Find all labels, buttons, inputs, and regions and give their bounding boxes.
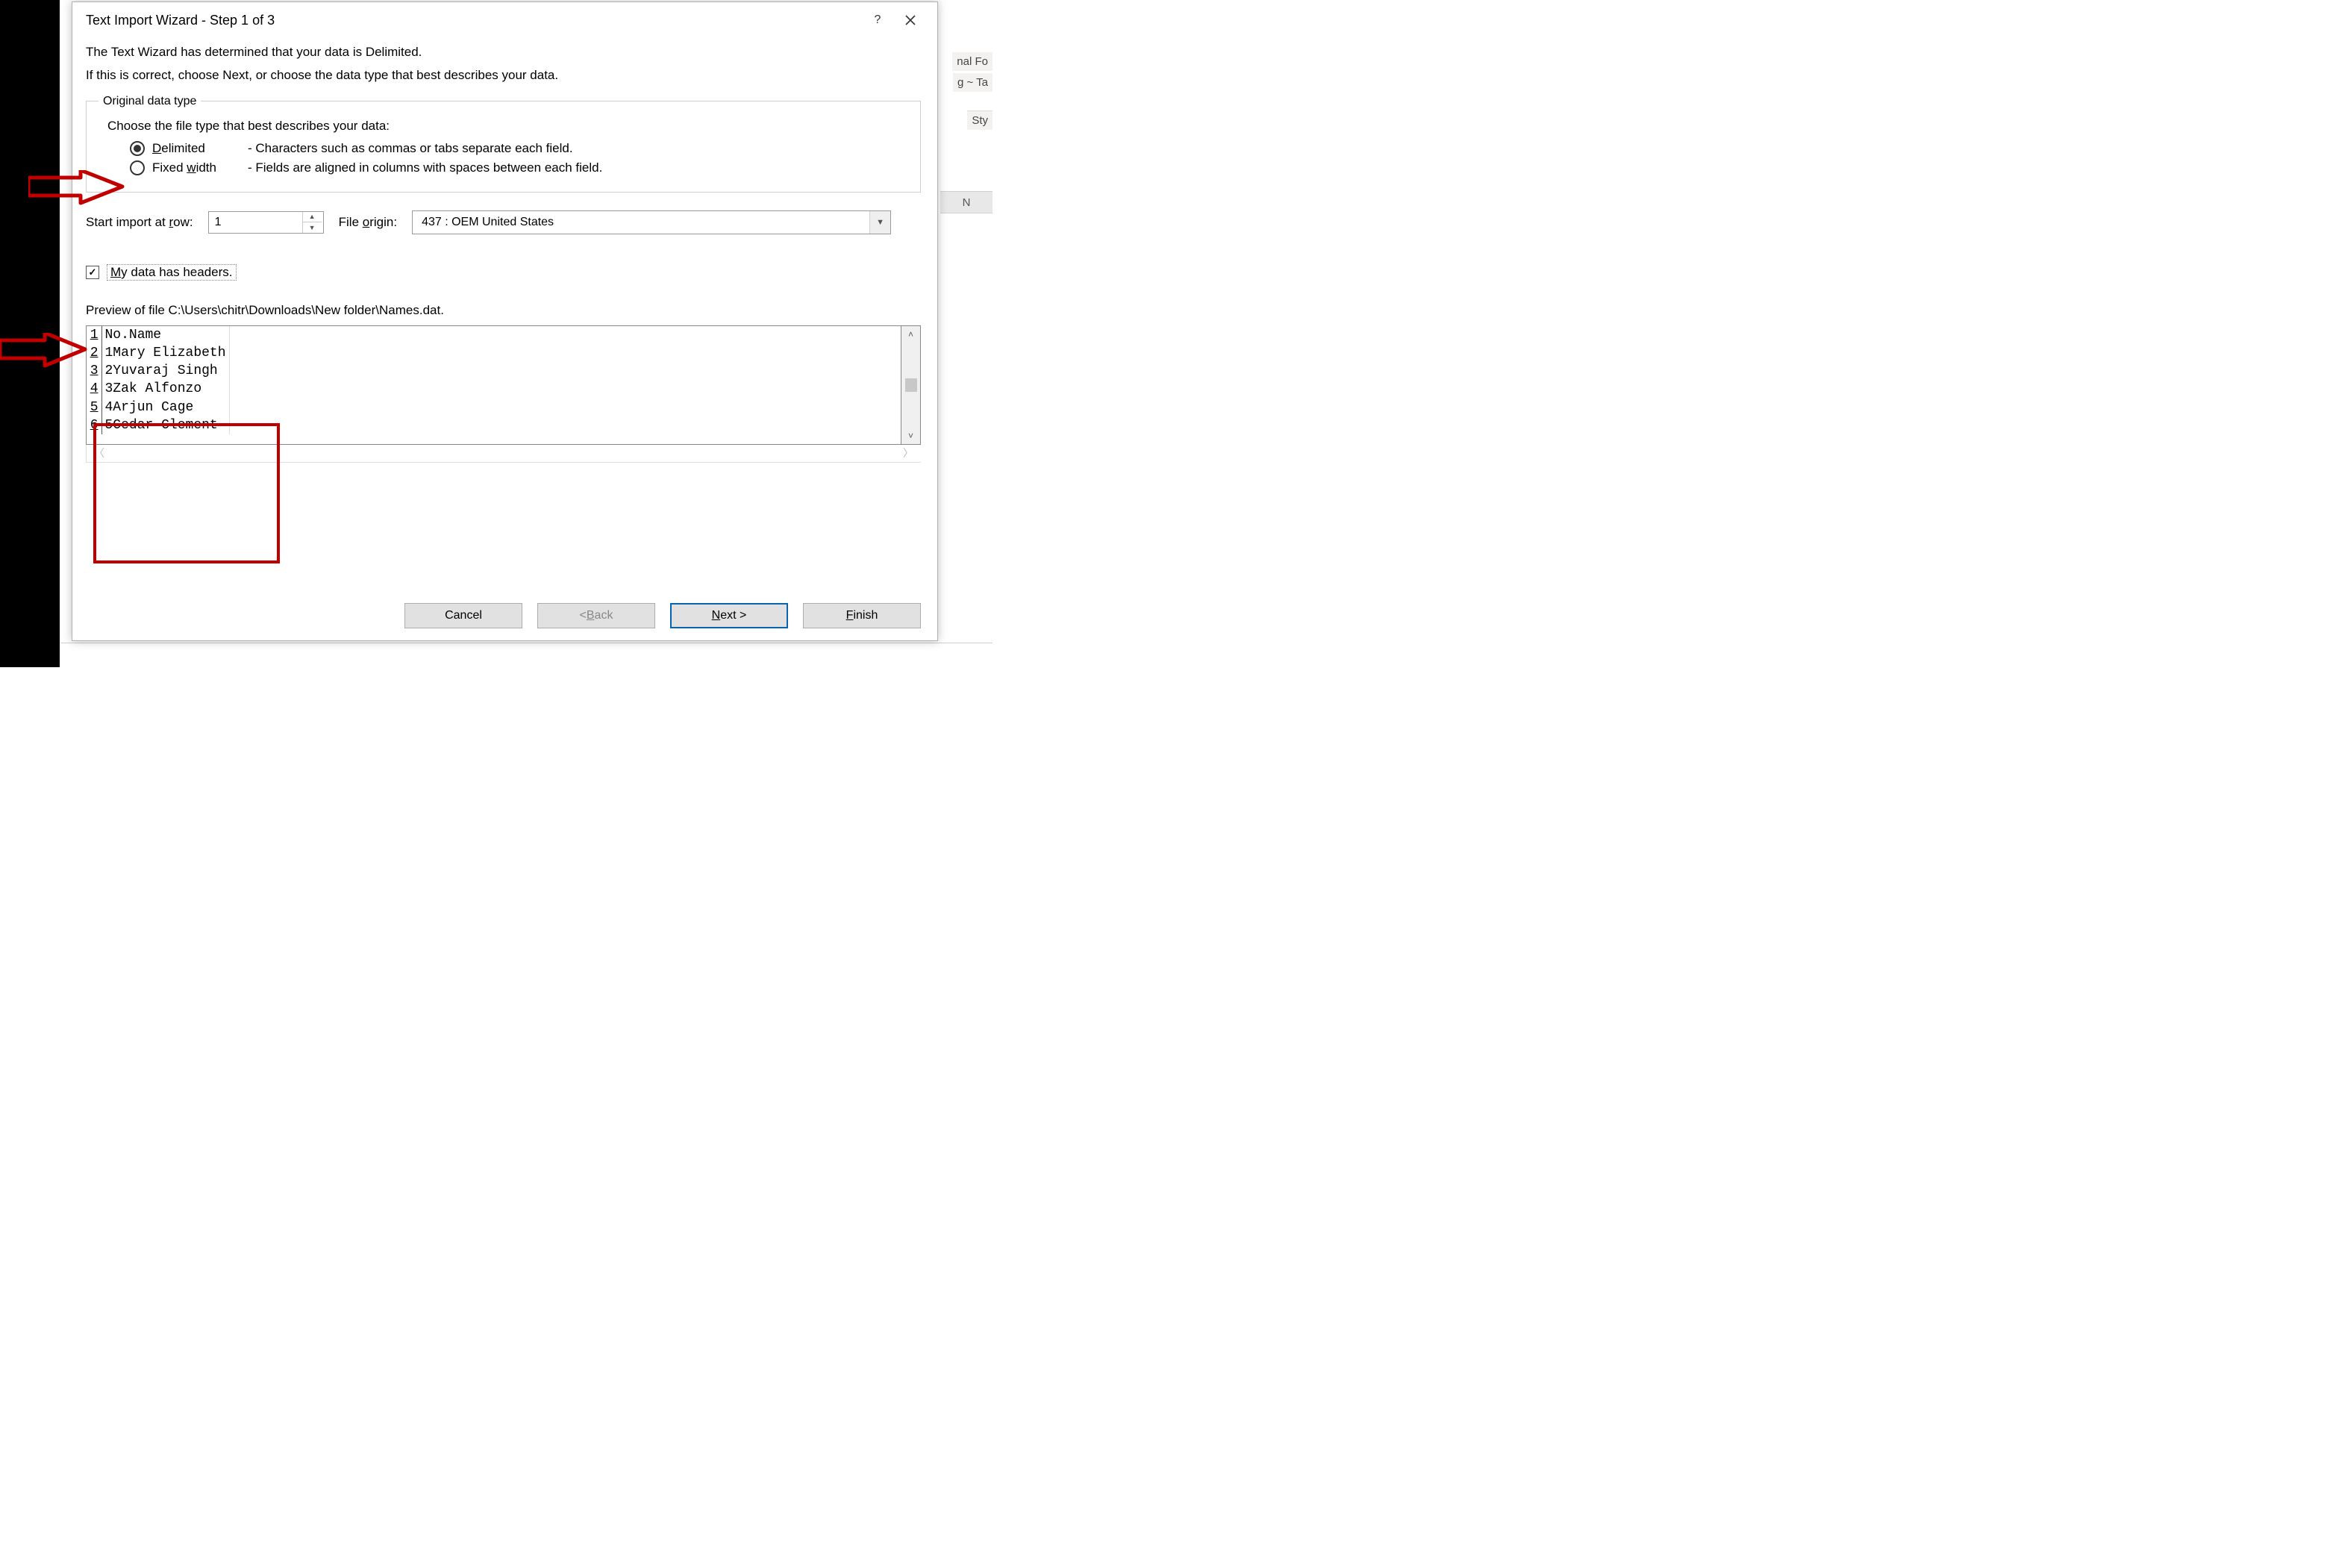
headers-checkbox-row[interactable]: My data has headers. <box>86 264 921 281</box>
preview-row: 21Mary Elizabeth <box>87 344 229 362</box>
headers-label: My data has headers. <box>107 264 237 281</box>
close-icon <box>905 15 916 25</box>
scroll-right-icon[interactable]: 〉 <box>903 446 913 460</box>
dialog-titlebar: Text Import Wizard - Step 1 of 3 ? <box>72 2 937 38</box>
preview-vertical-scrollbar[interactable]: ˄ ˅ <box>901 325 921 445</box>
radio-fixed-width[interactable] <box>130 160 145 175</box>
preview-line-text: 4Arjun Cage <box>101 399 229 416</box>
preview-line-text: 5Cedar Clement <box>101 416 229 434</box>
preview-horizontal-scrollbar[interactable]: 〈 〉 <box>86 445 921 463</box>
ribbon-fragment: nal Fo <box>952 52 992 71</box>
help-button[interactable]: ? <box>861 8 894 32</box>
preview-line-number: 1 <box>87 326 101 344</box>
preview-line-number: 2 <box>87 344 101 362</box>
start-row-spinner[interactable]: ▲ ▼ <box>208 211 324 234</box>
scroll-left-icon[interactable]: 〈 <box>94 446 104 460</box>
intro-text-2: If this is correct, choose Next, or choo… <box>86 68 921 83</box>
preview-line-text: 1Mary Elizabeth <box>101 344 229 362</box>
ribbon-fragment: g ~ Ta <box>953 73 992 92</box>
back-button[interactable]: < Back <box>537 603 655 628</box>
spinner-up-icon[interactable]: ▲ <box>303 212 322 223</box>
file-origin-label: File origin: <box>339 215 397 230</box>
preview-row: 65Cedar Clement <box>87 416 229 434</box>
preview-line-number: 5 <box>87 399 101 416</box>
preview-line-number: 3 <box>87 362 101 380</box>
spinner-down-icon[interactable]: ▼ <box>303 222 322 233</box>
preview-line-text: No.Name <box>101 326 229 344</box>
cancel-button[interactable]: Cancel <box>404 603 522 628</box>
radio-delimited[interactable] <box>130 141 145 156</box>
preview-pane: 1No.Name21Mary Elizabeth32Yuvaraj Singh4… <box>86 325 901 445</box>
column-header-N[interactable]: N <box>940 191 992 213</box>
preview-line-text: 3Zak Alfonzo <box>101 380 229 398</box>
radio-fixed-row[interactable]: Fixed width - Fields are aligned in colu… <box>130 160 908 175</box>
scroll-up-icon[interactable]: ˄ <box>908 329 913 340</box>
radio-delimited-desc: - Characters such as commas or tabs sepa… <box>248 141 573 156</box>
preview-row: 43Zak Alfonzo <box>87 380 229 398</box>
radio-delimited-label: Delimited <box>152 141 242 156</box>
chevron-down-icon[interactable]: ▼ <box>869 211 890 234</box>
intro-text-1: The Text Wizard has determined that your… <box>86 43 921 62</box>
preview-label: Preview of file C:\Users\chitr\Downloads… <box>86 303 921 318</box>
start-row-input[interactable] <box>209 212 302 233</box>
headers-checkbox[interactable] <box>86 266 99 279</box>
preview-line-number: 4 <box>87 380 101 398</box>
preview-row: 54Arjun Cage <box>87 399 229 416</box>
finish-button[interactable]: Finish <box>803 603 921 628</box>
radio-fixed-desc: - Fields are aligned in columns with spa… <box>248 160 602 175</box>
black-sidebar <box>0 0 60 667</box>
close-button[interactable] <box>894 8 927 32</box>
preview-line-number: 6 <box>87 416 101 434</box>
preview-row: 32Yuvaraj Singh <box>87 362 229 380</box>
text-import-wizard-dialog: Text Import Wizard - Step 1 of 3 ? The T… <box>72 1 938 641</box>
next-button[interactable]: Next > <box>670 603 788 628</box>
scroll-down-icon[interactable]: ˅ <box>908 431 913 441</box>
scroll-thumb[interactable] <box>905 378 917 392</box>
radio-fixed-label: Fixed width <box>152 160 242 175</box>
original-data-type-group: Original data type Choose the file type … <box>86 95 921 193</box>
preview-line-text: 2Yuvaraj Singh <box>101 362 229 380</box>
file-origin-combo[interactable]: 437 : OEM United States ▼ <box>412 210 891 234</box>
start-row-label: Start import at row: <box>86 215 193 230</box>
ribbon-group-label: Sty <box>967 110 992 130</box>
radio-delimited-row[interactable]: Delimited - Characters such as commas or… <box>130 141 908 156</box>
dialog-button-row: Cancel < Back Next > Finish <box>86 597 921 628</box>
dialog-title: Text Import Wizard - Step 1 of 3 <box>86 13 861 28</box>
group-legend: Original data type <box>99 95 201 108</box>
preview-row: 1No.Name <box>87 326 229 344</box>
choose-file-type-label: Choose the file type that best describes… <box>107 119 908 134</box>
file-origin-value: 437 : OEM United States <box>413 216 869 229</box>
